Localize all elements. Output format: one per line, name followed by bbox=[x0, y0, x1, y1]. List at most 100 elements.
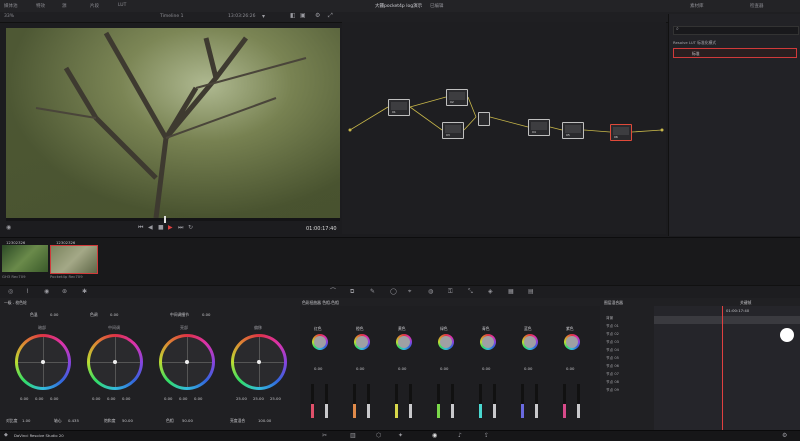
edit-page-icon[interactable]: ▥ bbox=[350, 433, 356, 439]
green-sat-slider[interactable] bbox=[451, 384, 454, 418]
timeline-select[interactable]: Timeline 1 bbox=[160, 14, 183, 20]
red-slider[interactable] bbox=[311, 384, 314, 418]
lut-item-selected[interactable]: 标准 bbox=[673, 48, 797, 58]
node-mixer[interactable] bbox=[478, 112, 490, 126]
blue-slider[interactable] bbox=[521, 384, 524, 418]
layer-item[interactable]: 背景 bbox=[606, 316, 652, 323]
settings-icon[interactable]: ⚙ bbox=[315, 13, 320, 19]
clip-thumbnail-1[interactable] bbox=[2, 245, 48, 272]
lut-tab[interactable]: LUT bbox=[118, 3, 126, 9]
blue-mini-wheel[interactable] bbox=[522, 334, 538, 350]
zoom-level[interactable]: 33% bbox=[4, 14, 14, 20]
red-mini-wheel[interactable] bbox=[312, 334, 328, 350]
viewer-image[interactable] bbox=[6, 28, 340, 218]
color-wheels-icon[interactable]: ◎ bbox=[8, 289, 13, 295]
gain-wheel[interactable] bbox=[159, 334, 215, 390]
temp-value[interactable]: 0.00 bbox=[50, 312, 58, 317]
sizing-icon[interactable]: ⤡ bbox=[468, 289, 473, 295]
fairlight-page-icon[interactable]: ♪ bbox=[458, 433, 462, 439]
layer-item[interactable]: 节点 09 bbox=[606, 388, 652, 395]
layer-item[interactable]: 节点 04 bbox=[606, 348, 652, 355]
fusion-icon[interactable]: ✦ bbox=[398, 433, 403, 439]
orange-mini-wheel[interactable] bbox=[354, 334, 370, 350]
orange-sat-slider[interactable] bbox=[367, 384, 370, 418]
clips-tab[interactable]: 片段 bbox=[90, 3, 99, 9]
magic-mask-icon[interactable]: ▦ bbox=[508, 289, 514, 295]
deliver-page-icon[interactable]: ⇪ bbox=[484, 433, 489, 439]
motion-icon[interactable]: ⊛ bbox=[62, 289, 67, 295]
cut-page-icon[interactable]: ✂ bbox=[322, 433, 327, 439]
yellow-mini-wheel[interactable] bbox=[396, 334, 412, 350]
search-input[interactable]: ⌕ bbox=[673, 26, 799, 35]
yellow-sat-slider[interactable] bbox=[409, 384, 412, 418]
curves-tool-icon[interactable]: ⌒ bbox=[330, 289, 336, 295]
scrubber-track[interactable] bbox=[6, 216, 340, 223]
clip-thumbnail-2[interactable] bbox=[50, 245, 98, 274]
playhead[interactable] bbox=[164, 216, 166, 223]
effects-tab[interactable]: 特效 bbox=[36, 3, 45, 9]
layer-item[interactable]: 节点 03 bbox=[606, 340, 652, 347]
green-slider[interactable] bbox=[437, 384, 440, 418]
node-graph[interactable]: 01 02 03 04 05 06 bbox=[342, 22, 666, 234]
skip-back-icon[interactable]: ⏮ bbox=[138, 225, 143, 231]
yellow-slider[interactable] bbox=[395, 384, 398, 418]
lum-mix-value[interactable]: 100.00 bbox=[258, 418, 271, 423]
rewind-icon[interactable]: ◀ bbox=[148, 225, 153, 231]
node-02[interactable]: 02 bbox=[446, 89, 468, 106]
skip-forward-icon[interactable]: ⏭ bbox=[178, 225, 183, 231]
blue-sat-slider[interactable] bbox=[535, 384, 538, 418]
loop-icon[interactable]: ↻ bbox=[188, 225, 193, 231]
hue-value[interactable]: 50.00 bbox=[182, 418, 193, 423]
scopes-icon[interactable]: ▤ bbox=[528, 289, 534, 295]
layer-item[interactable]: 节点 01 bbox=[606, 324, 652, 331]
window-icon[interactable]: ◯ bbox=[390, 289, 397, 295]
gamma-wheel[interactable] bbox=[87, 334, 143, 390]
stop-icon[interactable]: ■ bbox=[158, 225, 164, 231]
red-sat-slider[interactable] bbox=[325, 384, 328, 418]
play-icon[interactable]: ▶ bbox=[168, 225, 173, 231]
purple-mini-wheel[interactable] bbox=[564, 334, 580, 350]
pivot-value[interactable]: 0.435 bbox=[68, 418, 79, 423]
library-tab[interactable]: 素材库 bbox=[690, 3, 704, 9]
orange-slider[interactable] bbox=[353, 384, 356, 418]
fusion-page-icon[interactable]: ⬡ bbox=[376, 433, 381, 439]
node-06-selected[interactable]: 06 bbox=[610, 124, 632, 141]
cyan-slider[interactable] bbox=[479, 384, 482, 418]
layer-item[interactable]: 节点 02 bbox=[606, 332, 652, 339]
node-01[interactable]: 01 bbox=[388, 99, 410, 116]
chevron-down-icon[interactable]: ▾ bbox=[262, 14, 265, 20]
curves-icon[interactable]: ⌇ bbox=[26, 289, 29, 295]
warper-icon[interactable]: ⧉ bbox=[350, 289, 354, 295]
rgb-mixer-icon[interactable]: ◉ bbox=[44, 289, 49, 295]
midtone-detail-value[interactable]: 0.00 bbox=[202, 312, 210, 317]
node-04[interactable]: 04 bbox=[528, 119, 550, 136]
layer-item[interactable]: 节点 06 bbox=[606, 364, 652, 371]
node-05[interactable]: 05 bbox=[562, 122, 584, 139]
purple-sat-slider[interactable] bbox=[577, 384, 580, 418]
saturation-value[interactable]: 50.00 bbox=[122, 418, 133, 423]
qualifier-icon[interactable]: ✎ bbox=[370, 289, 375, 295]
fullscreen-icon[interactable]: ⤢ bbox=[328, 13, 333, 19]
lift-wheel[interactable] bbox=[15, 334, 71, 390]
keyframe-timeline[interactable]: 01:00:17:40 bbox=[654, 306, 800, 430]
green-mini-wheel[interactable] bbox=[438, 334, 454, 350]
hdr-icon[interactable]: ✱ bbox=[82, 289, 87, 295]
blur-icon[interactable]: ◍ bbox=[428, 289, 433, 295]
cyan-mini-wheel[interactable] bbox=[480, 334, 496, 350]
layer-item[interactable]: 节点 08 bbox=[606, 380, 652, 387]
cyan-sat-slider[interactable] bbox=[493, 384, 496, 418]
node-03[interactable]: 03 bbox=[442, 122, 464, 139]
layer-item[interactable]: 节点 07 bbox=[606, 372, 652, 379]
color-page-icon[interactable]: ◉ bbox=[432, 433, 437, 439]
layer-item[interactable]: 节点 05 bbox=[606, 356, 652, 363]
inspector-tab[interactable]: 检查器 bbox=[750, 3, 764, 9]
3d-icon[interactable]: ◈ bbox=[488, 289, 493, 295]
settings-gear-icon[interactable]: ⚙ bbox=[782, 433, 787, 439]
tint-value[interactable]: 0.00 bbox=[110, 312, 118, 317]
tracker-icon[interactable]: ⌖ bbox=[408, 289, 411, 295]
audio-icon[interactable]: ◉ bbox=[6, 225, 11, 231]
source-tab[interactable]: 源 bbox=[62, 3, 67, 9]
contrast-value[interactable]: 1.00 bbox=[22, 418, 30, 423]
timeline-playhead[interactable] bbox=[722, 306, 723, 430]
wipe-icon[interactable]: ◧ bbox=[290, 13, 296, 19]
